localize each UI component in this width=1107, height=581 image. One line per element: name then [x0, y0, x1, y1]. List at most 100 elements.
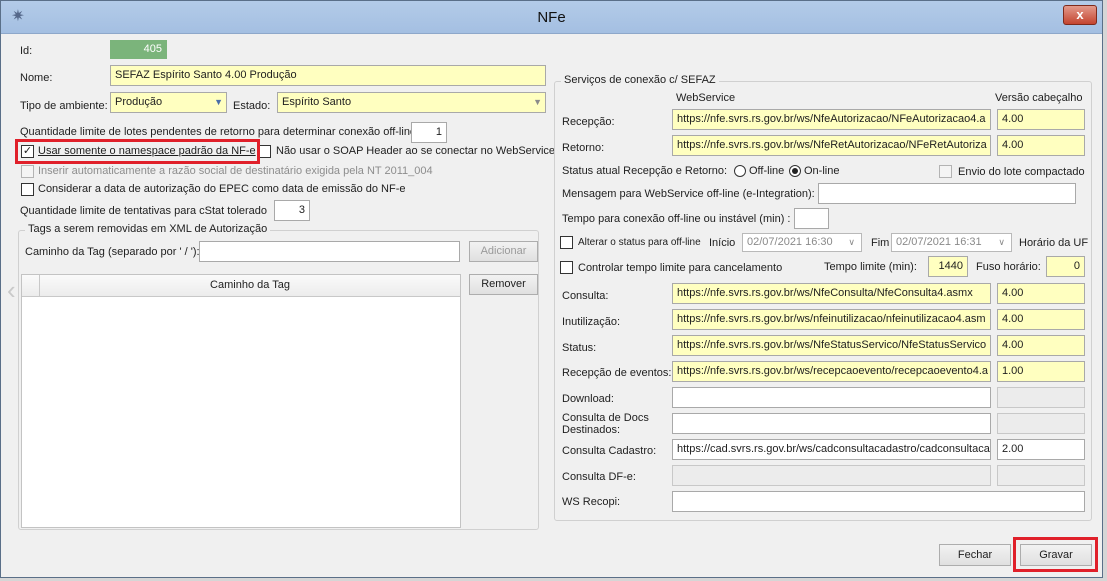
mensagem-input[interactable]	[818, 183, 1076, 204]
tempo-conexao-label: Tempo para conexão off-line ou instável …	[562, 213, 791, 225]
offline-label: Off-line	[749, 165, 785, 177]
consulta-docs-url-input[interactable]	[672, 413, 991, 434]
inicio-label: Início	[709, 237, 736, 249]
recepcao-label: Recepção:	[562, 116, 615, 128]
horario-uf-label: Horário da UF	[1019, 237, 1089, 249]
ws-recopi-label: WS Recopi:	[562, 496, 621, 508]
fim-value: 02/07/2021 16:31	[896, 236, 982, 248]
consulta-cadastro-url-input[interactable]: https://cad.svrs.rs.gov.br/ws/cadconsult…	[672, 439, 991, 460]
eventos-label: Recepção de eventos:	[562, 367, 672, 379]
ws-recopi-input[interactable]	[672, 491, 1085, 512]
mensagem-label: Mensagem para WebService off-line (e-Int…	[562, 188, 815, 200]
tempo-conexao-input[interactable]	[794, 208, 829, 229]
inutilizacao-label: Inutilização:	[562, 316, 621, 328]
id-field: 405	[110, 40, 167, 59]
consulta-dfe-url-input	[672, 465, 991, 486]
download-url-input[interactable]	[672, 387, 991, 408]
fim-datetime[interactable]: 02/07/2021 16:31 ∨	[891, 233, 1012, 252]
window-title: NFe	[537, 9, 566, 26]
qtd-tentativas-input[interactable]: 3	[274, 200, 310, 221]
inutilizacao-url-input[interactable]: https://nfe.svrs.rs.gov.br/ws/nfeinutili…	[672, 309, 991, 330]
services-group-legend: Serviços de conexão c/ SEFAZ	[561, 74, 719, 86]
status-atual-label: Status atual Recepção e Retorno:	[562, 165, 728, 177]
grid-header-row: Caminho da Tag	[22, 275, 460, 297]
fuso-input[interactable]: 0	[1046, 256, 1085, 277]
tags-group-legend: Tags a serem removidas em XML de Autoriz…	[25, 223, 271, 235]
inicio-value: 02/07/2021 16:30	[747, 236, 833, 248]
consulta-dfe-label: Consulta DF-e:	[562, 471, 636, 483]
controlar-checkbox[interactable]	[560, 261, 573, 274]
alterar-status-checkbox[interactable]	[560, 236, 573, 249]
grid-column-header[interactable]: Caminho da Tag	[40, 275, 460, 296]
status-label: Status:	[562, 342, 597, 354]
chevron-down-icon: ∨	[848, 237, 855, 247]
nfe-dialog: ✷ NFe x Id: 405 Nome: SEFAZ Espírito San…	[0, 0, 1103, 578]
title-bar: ✷ NFe x	[1, 1, 1102, 34]
online-label: On-line	[804, 165, 840, 177]
nome-label: Nome:	[20, 72, 53, 84]
consulta-cadastro-label: Consulta Cadastro:	[562, 445, 657, 457]
envio-lote-label: Envio do lote compactado	[958, 166, 1085, 178]
alterar-status-label: Alterar o status para off-line	[578, 237, 701, 248]
consulta-docs-versao-input	[997, 413, 1085, 434]
chevron-down-icon: ▼	[533, 97, 542, 107]
caminho-tag-input[interactable]	[199, 241, 460, 262]
status-url-input[interactable]: https://nfe.svrs.rs.gov.br/ws/NfeStatusS…	[672, 335, 991, 356]
versao-column-header: Versão cabeçalho	[995, 92, 1083, 104]
grid-row-header	[22, 275, 40, 296]
retorno-label: Retorno:	[562, 142, 605, 154]
estado-label: Estado:	[233, 100, 271, 112]
tipo-ambiente-label: Tipo de ambiente:	[20, 100, 108, 112]
nao-soap-label: Não usar o SOAP Header ao se conectar no…	[276, 145, 556, 157]
tempo-limite-label: Tempo limite (min):	[824, 261, 917, 273]
download-versao-input	[997, 387, 1085, 408]
chevron-down-icon: ▼	[214, 97, 223, 107]
consulta-versao-input[interactable]: 4.00	[997, 283, 1085, 304]
consulta-label: Consulta:	[562, 290, 609, 302]
eventos-versao-input[interactable]: 1.00	[997, 361, 1085, 382]
consulta-cadastro-versao-input[interactable]: 2.00	[997, 439, 1085, 460]
fuso-label: Fuso horário:	[976, 261, 1041, 273]
inserir-razao-label: Inserir automaticamente a razão social d…	[38, 165, 433, 177]
nome-input[interactable]: SEFAZ Espírito Santo 4.00 Produção	[110, 65, 546, 86]
estado-value: Espírito Santo	[282, 96, 352, 108]
consulta-docs-label-line2: Destinados:	[562, 424, 621, 436]
envio-lote-checkbox[interactable]	[939, 165, 952, 178]
tempo-limite-input[interactable]: 1440	[928, 256, 968, 277]
remover-button[interactable]: Remover	[469, 274, 538, 295]
recepcao-url-input[interactable]: https://nfe.svrs.rs.gov.br/ws/NfeAutoriz…	[672, 109, 991, 130]
considerar-epec-label: Considerar a data de autorização do EPEC…	[38, 183, 406, 195]
inicio-datetime[interactable]: 02/07/2021 16:30 ∨	[742, 233, 862, 252]
status-versao-input[interactable]: 4.00	[997, 335, 1085, 356]
highlight-box	[1013, 537, 1098, 572]
consulta-dfe-versao-input	[997, 465, 1085, 486]
inutilizacao-versao-input[interactable]: 4.00	[997, 309, 1085, 330]
tipo-ambiente-select[interactable]: Produção ▼	[110, 92, 227, 113]
retorno-url-input[interactable]: https://nfe.svrs.rs.gov.br/ws/NfeRetAuto…	[672, 135, 991, 156]
tipo-ambiente-value: Produção	[115, 96, 163, 108]
download-label: Download:	[562, 393, 614, 405]
recepcao-versao-input[interactable]: 4.00	[997, 109, 1085, 130]
qtd-tentativas-label: Quantidade limite de tentativas para cSt…	[20, 205, 268, 217]
qtd-lotes-label: Quantidade limite de lotes pendentes de …	[20, 126, 420, 138]
chevron-left-icon: ‹	[7, 275, 16, 305]
chevron-down-icon: ∨	[998, 237, 1005, 247]
radio-selected-dot	[792, 168, 798, 174]
online-radio[interactable]	[789, 165, 801, 177]
retorno-versao-input[interactable]: 4.00	[997, 135, 1085, 156]
eventos-url-input[interactable]: https://nfe.svrs.rs.gov.br/ws/recepcaoev…	[672, 361, 991, 382]
considerar-epec-checkbox[interactable]	[21, 183, 34, 196]
qtd-lotes-input[interactable]: 1	[411, 122, 447, 143]
inserir-razao-checkbox[interactable]	[21, 165, 34, 178]
id-label: Id:	[20, 45, 33, 57]
caminho-tag-label: Caminho da Tag (separado por ' / '):	[25, 246, 200, 258]
tags-grid[interactable]: Caminho da Tag	[21, 274, 461, 528]
consulta-url-input[interactable]: https://nfe.svrs.rs.gov.br/ws/NfeConsult…	[672, 283, 991, 304]
controlar-label: Controlar tempo limite para cancelamento	[578, 262, 783, 274]
fechar-button[interactable]: Fechar	[939, 544, 1011, 566]
adicionar-button[interactable]: Adicionar	[469, 241, 538, 262]
close-button[interactable]: x	[1063, 5, 1097, 25]
offline-radio[interactable]	[734, 165, 746, 177]
estado-select[interactable]: Espírito Santo ▼	[277, 92, 546, 113]
fim-label: Fim	[871, 237, 890, 249]
